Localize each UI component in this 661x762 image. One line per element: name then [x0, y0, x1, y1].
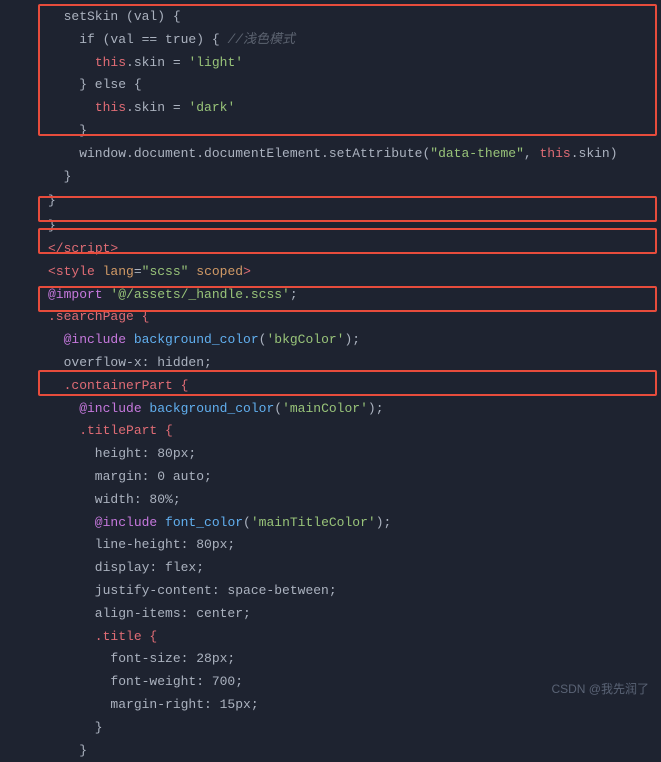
code-line: } — [0, 740, 661, 762]
code-line: if (val == true) { //浅色模式 — [0, 29, 661, 52]
code-line: .containerPart { — [0, 375, 661, 398]
code-line: @import '@/assets/_handle.scss'; — [0, 284, 661, 307]
code-line: justify-content: space-between; — [0, 580, 661, 603]
code-line: </script> — [0, 238, 661, 261]
code-line: display: flex; — [0, 557, 661, 580]
code-line: align-items: center; — [0, 603, 661, 626]
code-line: font-size: 28px; — [0, 648, 661, 671]
code-line: width: 80%; — [0, 489, 661, 512]
code-line: @include background_color('bkgColor'); — [0, 329, 661, 352]
watermark: CSDN @我先润了 — [551, 680, 649, 697]
code-line: } — [0, 215, 661, 238]
code-line: } — [0, 166, 661, 189]
code-line: setSkin (val) { — [0, 6, 661, 29]
code-line: window.document.documentElement.setAttri… — [0, 143, 661, 166]
code-line: @include background_color('mainColor'); — [0, 398, 661, 421]
code-line: } — [0, 120, 661, 143]
code-lines: setSkin (val) { if (val == true) { //浅色模… — [0, 6, 661, 762]
code-line: .titlePart { — [0, 420, 661, 443]
code-line: this.skin = 'dark' — [0, 97, 661, 120]
code-line: margin-right: 15px; — [0, 694, 661, 717]
code-line: } — [0, 190, 661, 213]
code-editor: setSkin (val) { if (val == true) { //浅色模… — [0, 0, 661, 709]
code-line: overflow-x: hidden; — [0, 352, 661, 375]
code-line: @include font_color('mainTitleColor'); — [0, 512, 661, 535]
code-line: height: 80px; — [0, 443, 661, 466]
code-line: } — [0, 717, 661, 740]
code-line: margin: 0 auto; — [0, 466, 661, 489]
code-line: this.skin = 'light' — [0, 52, 661, 75]
code-line: <style lang="scss" scoped> — [0, 261, 661, 284]
code-line: } else { — [0, 74, 661, 97]
code-line: .searchPage { — [0, 306, 661, 329]
code-line: .title { — [0, 626, 661, 649]
code-line: line-height: 80px; — [0, 534, 661, 557]
